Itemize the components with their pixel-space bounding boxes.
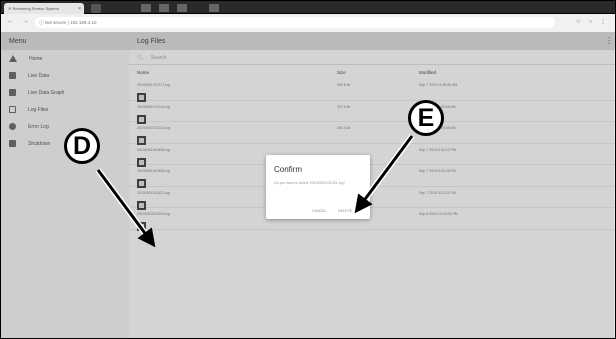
window-icon bbox=[159, 4, 169, 12]
new-tab-button[interactable] bbox=[91, 4, 101, 13]
window-icon bbox=[141, 4, 151, 12]
url-field[interactable]: ⓘ Not secure | 192.168.4.10 bbox=[35, 17, 555, 28]
dialog-title: Confirm bbox=[274, 165, 303, 174]
confirm-delete-button[interactable]: DELETE bbox=[338, 209, 352, 213]
confirm-dialog: Confirm Do you want to delete 2019092103… bbox=[266, 155, 370, 219]
window-icon bbox=[209, 4, 219, 12]
browser-tab-title: ✕ Rehoming Sensor System bbox=[8, 6, 59, 11]
callout-e-badge: E bbox=[408, 100, 444, 136]
callout-d-badge: D bbox=[64, 128, 100, 164]
window-icon bbox=[177, 4, 187, 12]
browser-tab-strip: ✕ Rehoming Sensor System × bbox=[0, 0, 616, 15]
cancel-button[interactable]: CANCEL bbox=[312, 209, 327, 213]
browser-menu-icons[interactable]: ☆ ○ ⋮ bbox=[576, 18, 609, 25]
dialog-message: Do you want to delete 20190921031321.log… bbox=[274, 181, 346, 185]
close-tab-icon[interactable]: × bbox=[78, 6, 81, 12]
address-bar: ← → C ⓘ Not secure | 192.168.4.10 ☆ ○ ⋮ bbox=[0, 14, 616, 32]
